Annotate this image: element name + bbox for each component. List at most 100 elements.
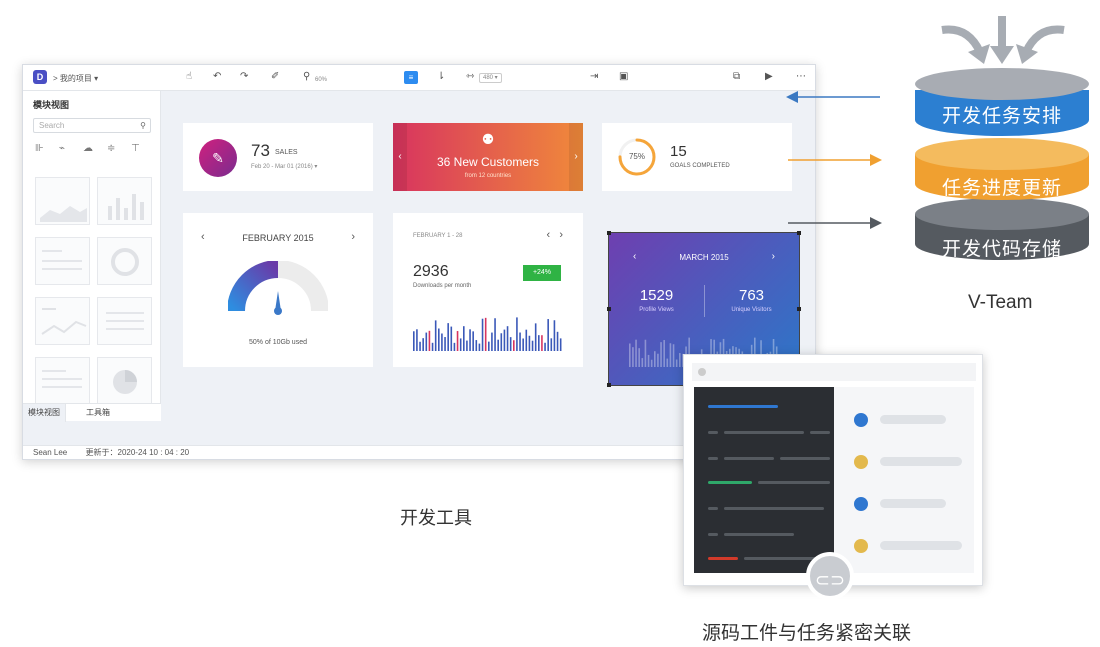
align-icon[interactable]: ⇂: [437, 71, 445, 83]
layout-icon[interactable]: ≡: [404, 71, 418, 84]
stack-name: V-Team: [968, 292, 1033, 313]
zoom-icon[interactable]: ⚲: [303, 71, 310, 83]
mini-bar: [434, 320, 437, 351]
thumb-paragraph[interactable]: [35, 357, 90, 405]
code-window: [683, 354, 983, 586]
sales-card[interactable]: ✎ 73 SALES Feb 20 - Mar 01 (2016) ▾: [183, 123, 373, 191]
customers-card[interactable]: ‹ › ⚉ 36 New Customers from 12 countries: [393, 123, 583, 191]
link-caption: 源码工件与任务紧密关联: [702, 623, 912, 644]
mini-bar: [679, 353, 681, 367]
mini-bar: [544, 342, 546, 351]
mini-bar: [456, 331, 459, 351]
brush-icon[interactable]: ✐: [271, 71, 279, 83]
mini-bar: [475, 340, 478, 351]
thumb-donut[interactable]: [97, 237, 152, 285]
downloads-card[interactable]: FEBRUARY 1 - 28 ‹ › 2936 Downloads per m…: [393, 213, 583, 367]
cloud-icon[interactable]: ☁: [83, 143, 107, 154]
next-month-icon[interactable]: ›: [351, 231, 355, 243]
mini-bar: [438, 328, 440, 351]
thumb-line-chart[interactable]: [35, 297, 90, 345]
link-icon[interactable]: ⌁: [59, 143, 83, 154]
task-dot-icon: [854, 413, 868, 427]
mini-bar: [469, 329, 471, 351]
mini-bar: [472, 331, 474, 351]
mini-bar: [541, 335, 543, 351]
pager-arrows-icon[interactable]: ‹ ›: [547, 229, 564, 241]
module-icon[interactable]: ⊪: [35, 143, 59, 154]
width-icon[interactable]: ⇿: [466, 71, 474, 83]
tab-toolbox[interactable]: 工具箱: [81, 404, 115, 422]
mini-bar: [538, 335, 540, 351]
export-icon[interactable]: ⇥: [590, 71, 598, 83]
thumb-table[interactable]: [97, 297, 152, 345]
zoom-level[interactable]: 60%: [315, 74, 327, 86]
stack-layer-tasks: 开发任务安排: [915, 68, 1089, 148]
link-icon: ⊂⊃: [806, 552, 854, 600]
mini-bar: [481, 318, 484, 351]
search-icon[interactable]: ⚲: [140, 119, 146, 132]
goals-card[interactable]: 75% 15 GOALS COMPLETED: [602, 123, 792, 191]
stack-icon[interactable]: ≑: [107, 143, 131, 154]
tab-module-view[interactable]: 模块视图: [23, 404, 66, 422]
save-icon[interactable]: ▣: [619, 71, 628, 83]
donut-icon: [111, 248, 139, 276]
sidebar-tools: ⊪ ⌁ ☁ ≑ ⊤: [35, 143, 155, 154]
undo-icon[interactable]: ↶: [213, 71, 221, 83]
size-select[interactable]: 480 ▾: [479, 73, 502, 83]
next-icon[interactable]: ›: [772, 251, 775, 262]
mini-bar: [644, 339, 647, 367]
mini-bar: [459, 338, 462, 351]
goals-label: GOALS COMPLETED: [670, 163, 730, 169]
inflow-arrows-icon: [941, 16, 1065, 64]
mini-bar: [534, 323, 537, 351]
thumb-area-chart[interactable]: [35, 177, 90, 225]
sales-value: 73: [251, 141, 270, 160]
app-logo[interactable]: D: [33, 70, 47, 84]
thumb-text-list[interactable]: [35, 237, 90, 285]
storage-month: FEBRUARY 2015: [242, 233, 314, 243]
storage-card[interactable]: ‹ FEBRUARY 2015 › 50% of 10Gb used: [183, 213, 373, 367]
resize-handle[interactable]: [607, 307, 611, 311]
mini-bar: [663, 340, 665, 367]
preview-icon[interactable]: ⧉: [733, 71, 740, 83]
redo-icon[interactable]: ↷: [240, 71, 248, 83]
mini-bar: [522, 338, 524, 351]
thumb-bar-chart[interactable]: [97, 177, 152, 225]
pie-icon: [113, 370, 137, 394]
customers-subtitle: from 12 countries: [464, 173, 512, 179]
resize-handle[interactable]: [607, 383, 611, 387]
mini-bar: [503, 329, 506, 351]
mini-bar: [463, 326, 465, 351]
goals-value: 15: [670, 143, 687, 160]
resize-handle[interactable]: [797, 307, 801, 311]
search-input[interactable]: Search ⚲: [33, 118, 151, 133]
mini-bar: [428, 330, 431, 351]
mini-bar: [531, 340, 534, 351]
hand-icon[interactable]: ☝: [186, 71, 192, 83]
mini-bar: [466, 340, 468, 351]
mini-bar: [497, 339, 499, 351]
mini-bar: [478, 343, 481, 351]
sales-range[interactable]: Feb 20 - Mar 01 (2016) ▾: [251, 163, 317, 170]
mini-bar: [635, 339, 637, 367]
task-dot-icon: [854, 455, 868, 469]
mini-bar: [494, 318, 496, 351]
mini-bar: [629, 343, 631, 367]
breadcrumb[interactable]: > 我的项目 ▾: [53, 73, 98, 84]
mini-bar: [654, 351, 656, 367]
sidebar-title: 模块视图: [33, 100, 70, 110]
mini-bar: [450, 326, 453, 351]
mini-bar: [666, 358, 669, 367]
line-chart-icon: [41, 308, 87, 335]
play-icon[interactable]: ▶: [765, 71, 773, 83]
thumb-pie[interactable]: [97, 357, 152, 405]
tool-caption: 开发工具: [400, 508, 472, 528]
align-icon[interactable]: ⊤: [131, 143, 155, 154]
mini-bar: [675, 359, 678, 367]
stack-label-tasks: 开发任务安排: [941, 106, 1062, 127]
mini-bar: [669, 343, 672, 367]
resize-handle[interactable]: [607, 231, 611, 235]
mini-bar: [413, 331, 415, 351]
profile-views-label: Profile Views: [639, 307, 674, 313]
more-icon[interactable]: ⋯: [796, 71, 806, 83]
